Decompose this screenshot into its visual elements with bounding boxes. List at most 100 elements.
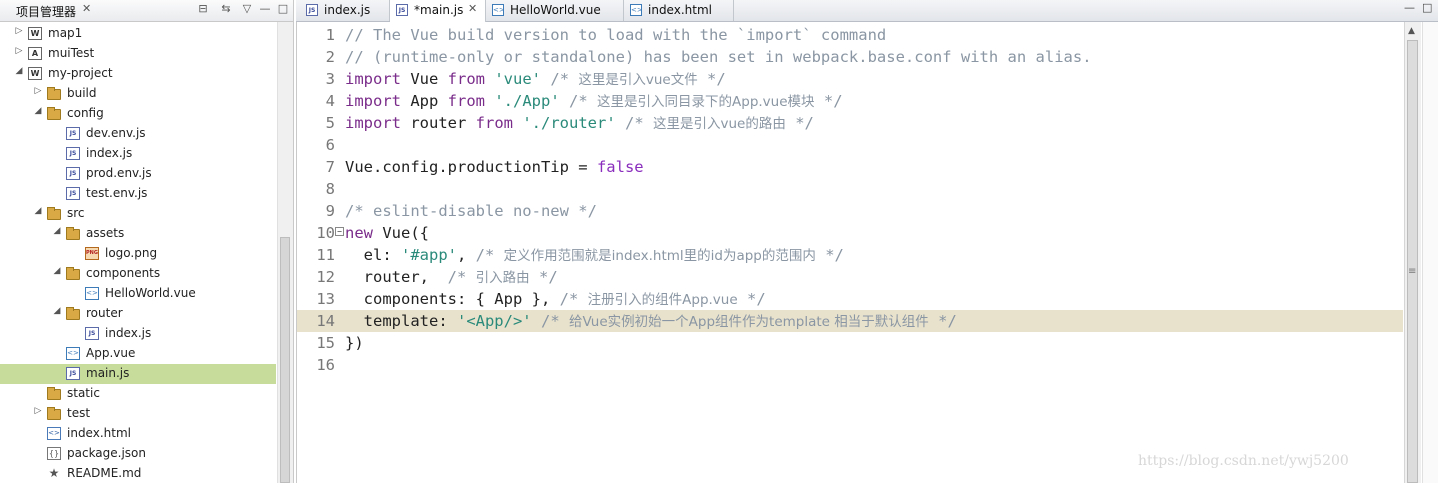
code-line[interactable]: 10− new Vue({ xyxy=(297,222,1403,244)
code-text: import App from './App' /* 这里是引入同目录下的App… xyxy=(345,90,843,113)
explorer-scrollbar-thumb[interactable] xyxy=(280,237,290,483)
code-text: el: '#app', /* 定义作用范围就是index.html里的id为ap… xyxy=(345,244,844,267)
code-line[interactable]: 7 Vue.config.productionTip = false xyxy=(297,156,1403,178)
tree-item-label: dev.env.js xyxy=(86,126,146,140)
vuefile-icon: <> xyxy=(85,287,99,300)
tree-item[interactable]: ▷ AmuiTest xyxy=(0,44,276,64)
tree-item[interactable]: ◢ config xyxy=(0,104,276,124)
tree-item[interactable]: ▷ test xyxy=(0,404,276,424)
minimize-icon[interactable]: — xyxy=(1404,1,1415,14)
explorer-scrollbar[interactable] xyxy=(277,22,293,483)
code-line[interactable]: 1 // The Vue build version to load with t… xyxy=(297,24,1403,46)
tree-item[interactable]: JS main.js xyxy=(0,364,276,384)
close-icon[interactable]: ✕ xyxy=(82,2,91,15)
code-token: 这里是引入同目录下的App.vue模块 xyxy=(597,94,815,110)
code-token: */ xyxy=(814,92,843,110)
collapse-arrow-icon[interactable]: ◢ xyxy=(52,306,62,316)
view-menu-icon[interactable]: ▽ xyxy=(240,2,254,15)
code-area[interactable]: 1 // The Vue build version to load with t… xyxy=(296,22,1403,483)
tree-item[interactable]: ◢ router xyxy=(0,304,276,324)
tree-item[interactable]: ◢ components xyxy=(0,264,276,284)
collapse-arrow-icon[interactable]: ◢ xyxy=(33,106,43,116)
watermark: https://blog.csdn.net/ywj5200 xyxy=(1138,453,1349,469)
code-token: /* xyxy=(447,268,476,286)
folder-icon xyxy=(47,207,61,220)
jsfile-icon: JS xyxy=(66,167,80,180)
code-line[interactable]: 2 // (runtime-only or standalone) has bee… xyxy=(297,46,1403,68)
expand-arrow-icon[interactable]: ▷ xyxy=(14,26,24,36)
collapse-arrow-icon[interactable]: ◢ xyxy=(14,66,24,76)
tree-item[interactable]: <> index.html xyxy=(0,424,276,444)
code-token: // (runtime-only or standalone) has been… xyxy=(345,48,1092,66)
code-line[interactable]: 6 xyxy=(297,134,1403,156)
explorer-tab-title[interactable]: 项目管理器 xyxy=(16,3,76,20)
code-text: /* eslint-disable no-new */ xyxy=(345,200,597,222)
code-line[interactable]: 15}) xyxy=(297,332,1403,354)
code-token: from xyxy=(447,92,485,110)
tree-item[interactable]: ▷ build xyxy=(0,84,276,104)
line-number: 14 xyxy=(316,312,335,330)
tree-item[interactable]: JS dev.env.js xyxy=(0,124,276,144)
maximize-icon[interactable]: □ xyxy=(276,2,290,15)
code-line[interactable]: 9 /* eslint-disable no-new */ xyxy=(297,200,1403,222)
tree-item[interactable]: JS test.env.js xyxy=(0,184,276,204)
jsfile-icon: JS xyxy=(66,147,80,160)
code-line[interactable]: 16 xyxy=(297,354,1403,376)
code-token: , xyxy=(457,246,476,264)
tree-item[interactable]: ◢ src xyxy=(0,204,276,224)
code-line[interactable]: 11 el: '#app', /* 定义作用范围就是index.html里的id… xyxy=(297,244,1403,266)
code-token: router, xyxy=(345,268,448,286)
collapse-all-icon[interactable]: ⊟ xyxy=(196,2,210,15)
code-line[interactable]: 12 router, /* 引入路由 */ xyxy=(297,266,1403,288)
fold-toggle-icon[interactable]: − xyxy=(335,227,344,236)
tree-item[interactable]: ★ README.md xyxy=(0,464,276,484)
collapse-arrow-icon[interactable]: ◢ xyxy=(52,266,62,276)
tree-item-label: index.js xyxy=(105,326,152,340)
collapse-arrow-icon[interactable]: ◢ xyxy=(52,226,62,236)
tree-item[interactable]: JS index.js xyxy=(0,144,276,164)
editor-tab[interactable]: <> HelloWorld.vue xyxy=(486,0,624,21)
tree-item[interactable]: static xyxy=(0,384,276,404)
line-number: 8 xyxy=(325,180,335,198)
code-line[interactable]: 4 import App from './App' /* 这里是引入同目录下的Ap… xyxy=(297,90,1403,112)
editor-tab[interactable]: JS *main.js ✕ xyxy=(390,0,486,22)
tree-item[interactable]: PNG logo.png xyxy=(0,244,276,264)
expand-arrow-icon[interactable]: ▷ xyxy=(33,86,43,96)
code-token: */ xyxy=(697,70,726,88)
vuefile-icon: <> xyxy=(66,347,80,360)
tree-item[interactable]: ◢ Wmy-project xyxy=(0,64,276,84)
tree-item[interactable]: JS index.js xyxy=(0,324,276,344)
tree-item[interactable]: <> App.vue xyxy=(0,344,276,364)
tree-item[interactable]: {} package.json xyxy=(0,444,276,464)
expand-arrow-icon[interactable]: ▷ xyxy=(33,406,43,416)
tree-item-label: components xyxy=(86,266,161,280)
tree-item[interactable]: JS prod.env.js xyxy=(0,164,276,184)
code-token: }) xyxy=(345,334,364,352)
minimize-icon[interactable]: — xyxy=(258,2,272,15)
code-token: /* eslint-disable no-new */ xyxy=(345,202,597,220)
maximize-icon[interactable]: □ xyxy=(1422,1,1432,14)
jsfile-icon: JS xyxy=(66,367,80,380)
editor-scrollbar[interactable]: ▲ ≡ xyxy=(1404,22,1421,483)
scroll-up-icon[interactable]: ▲ xyxy=(1408,26,1415,36)
link-editor-icon[interactable]: ⇆ xyxy=(219,2,233,15)
collapse-arrow-icon[interactable]: ◢ xyxy=(33,206,43,216)
code-line[interactable]: 5 import router from './router' /* 这里是引入v… xyxy=(297,112,1403,134)
code-line[interactable]: 14 template: '<App/>' /* 给Vue实例初始一个App组件… xyxy=(297,310,1403,332)
code-line[interactable]: 13 components: { App }, /* 注册引入的组件App.vu… xyxy=(297,288,1403,310)
tree-item[interactable]: ◢ assets xyxy=(0,224,276,244)
close-icon[interactable]: ✕ xyxy=(468,2,477,15)
editor-tab[interactable]: <> index.html xyxy=(624,0,734,21)
editor-scrollbar-thumb[interactable] xyxy=(1407,40,1418,483)
code-token: */ xyxy=(815,246,844,264)
code-token: // The Vue build version to load with th… xyxy=(345,26,887,44)
js-file-icon: JS xyxy=(306,4,318,16)
tree-item[interactable]: ▷ Wmap1 xyxy=(0,24,276,44)
tree-item[interactable]: <> HelloWorld.vue xyxy=(0,284,276,304)
code-line[interactable]: 3 import Vue from 'vue' /* 这里是引入vue文件 */ xyxy=(297,68,1403,90)
code-line[interactable]: 8 xyxy=(297,178,1403,200)
editor-tab[interactable]: JS index.js xyxy=(300,0,390,21)
expand-arrow-icon[interactable]: ▷ xyxy=(14,46,24,56)
overview-ruler[interactable] xyxy=(1422,22,1438,483)
vue-file-icon: <> xyxy=(630,4,643,16)
